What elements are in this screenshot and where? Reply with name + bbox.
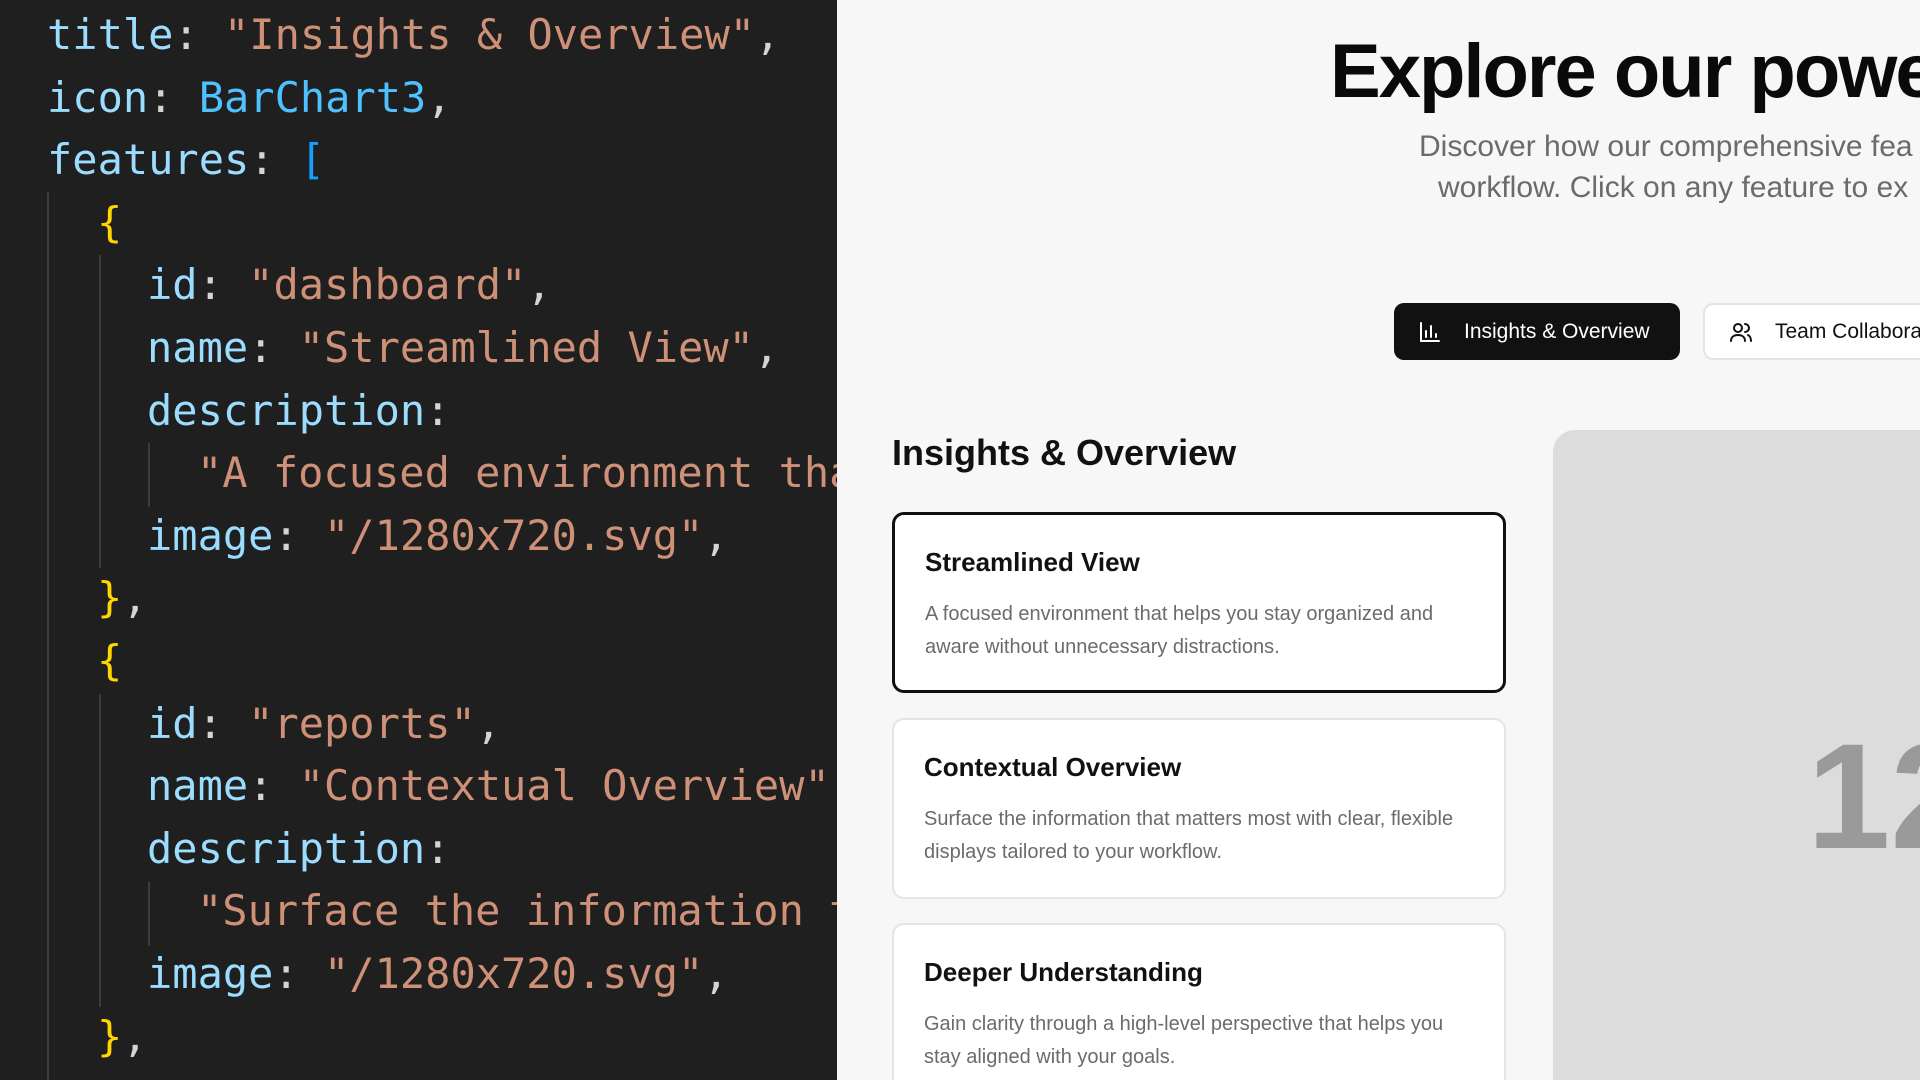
code-line: }, <box>47 1006 837 1069</box>
code-token: "Surface the information t <box>197 886 837 936</box>
image-placeholder-text: 12 <box>1807 712 1920 880</box>
code-token: "Contextual Overview" <box>298 761 830 811</box>
tab-insights-overview[interactable]: Insights & Overview <box>1394 303 1680 360</box>
code-token: , <box>755 10 781 59</box>
code-token: image <box>147 510 274 560</box>
code-token: : <box>197 260 249 310</box>
code-token: , <box>703 948 729 998</box>
code-token: : <box>248 322 299 372</box>
code-lines: title: "Insights & Overview", icon: BarCh… <box>47 4 837 1068</box>
preview-pane: Explore our power Discover how our compr… <box>837 0 1920 1080</box>
code-token: , <box>830 761 837 810</box>
code-line: image: "/1280x720.svg", <box>47 505 837 568</box>
feature-card-streamlined-view[interactable]: Streamlined View A focused environment t… <box>892 512 1506 693</box>
tab-team-collaboration[interactable]: Team Collabora <box>1703 303 1920 360</box>
code-line: description: <box>47 380 837 443</box>
feature-description: A focused environment that helps you sta… <box>925 603 1434 658</box>
code-token: "/1280x720.svg" <box>324 510 704 560</box>
tab-label: Insights & Overview <box>1464 319 1650 343</box>
code-token: : <box>197 698 249 748</box>
hero-subtitle-line-1: Discover how our comprehensive fea <box>1419 130 1913 163</box>
code-token: id <box>147 260 198 310</box>
code-line: }, <box>47 567 837 630</box>
code-token: , <box>426 72 452 122</box>
code-token: , <box>526 260 552 310</box>
code-token: } <box>97 573 123 623</box>
code-line: { <box>47 192 837 255</box>
code-token: name <box>147 322 249 372</box>
code-line: name: "Contextual Overview", <box>47 755 837 818</box>
code-token: "A focused environment tha <box>197 448 837 498</box>
feature-description: Gain clarity through a high-level perspe… <box>924 1013 1444 1068</box>
code-line: { <box>47 630 837 693</box>
tab-label: Team Collabora <box>1775 319 1920 343</box>
users-icon <box>1729 320 1753 344</box>
hero-subtitle-line-2: workflow. Click on any feature to ex <box>1438 171 1909 204</box>
code-token: title <box>47 10 174 59</box>
code-line: image: "/1280x720.svg", <box>47 943 837 1006</box>
code-token: : <box>273 510 325 560</box>
code-token: BarChart3 <box>198 72 427 122</box>
code-token: name <box>147 761 249 811</box>
code-token: : <box>425 823 451 873</box>
code-token: : <box>248 761 299 811</box>
feature-title: Contextual Overview <box>924 752 1182 782</box>
code-token: : <box>249 135 300 185</box>
code-token: , <box>703 510 729 560</box>
code-token: icon <box>47 72 149 122</box>
code-token: description <box>147 385 426 435</box>
feature-card-deeper-understanding[interactable]: Deeper Understanding Gain clarity throug… <box>892 923 1506 1080</box>
code-token: : <box>173 10 225 59</box>
code-token: id <box>147 698 198 748</box>
code-token: { <box>97 197 123 247</box>
code-line: "Surface the information t <box>47 880 837 943</box>
code-token: : <box>148 72 199 122</box>
code-line: title: "Insights & Overview", <box>47 4 837 67</box>
code-line: name: "Streamlined View", <box>47 317 837 380</box>
code-line: description: <box>47 818 837 881</box>
code-token: , <box>475 698 502 748</box>
code-token: : <box>425 385 451 435</box>
bar-chart-icon <box>1418 320 1442 344</box>
code-token: { <box>97 635 123 685</box>
code-line: "A focused environment tha <box>47 442 837 505</box>
code-token: , <box>753 322 780 372</box>
code-token: image <box>147 948 274 998</box>
code-token: , <box>122 1011 148 1061</box>
code-token: , <box>122 573 148 623</box>
code-token: "Insights & Overview" <box>224 10 756 59</box>
code-token: [ <box>299 135 326 185</box>
code-line: id: "dashboard", <box>47 254 837 317</box>
code-line: id: "reports", <box>47 693 837 756</box>
hero-title: Explore our power <box>1330 29 1920 114</box>
feature-title: Deeper Understanding <box>924 957 1203 987</box>
code-token: "dashboard" <box>248 260 527 310</box>
code-line: icon: BarChart3, <box>47 67 837 130</box>
code-token: } <box>97 1011 123 1061</box>
code-token: : <box>273 948 325 998</box>
code-token: description <box>147 823 426 873</box>
code-token: "Streamlined View" <box>298 322 754 372</box>
feature-card-contextual-overview[interactable]: Contextual Overview Surface the informat… <box>892 718 1506 899</box>
feature-description: Surface the information that matters mos… <box>924 808 1454 863</box>
feature-title: Streamlined View <box>925 547 1140 577</box>
code-token: "reports" <box>248 698 476 748</box>
code-line: features: [ <box>47 129 837 192</box>
code-token: "/1280x720.svg" <box>324 948 704 998</box>
code-editor[interactable]: title: "Insights & Overview", icon: BarCh… <box>0 0 837 1080</box>
code-token: features <box>47 135 250 185</box>
section-title: Insights & Overview <box>892 432 1237 473</box>
feature-image-placeholder: 12 <box>1553 430 1920 1080</box>
